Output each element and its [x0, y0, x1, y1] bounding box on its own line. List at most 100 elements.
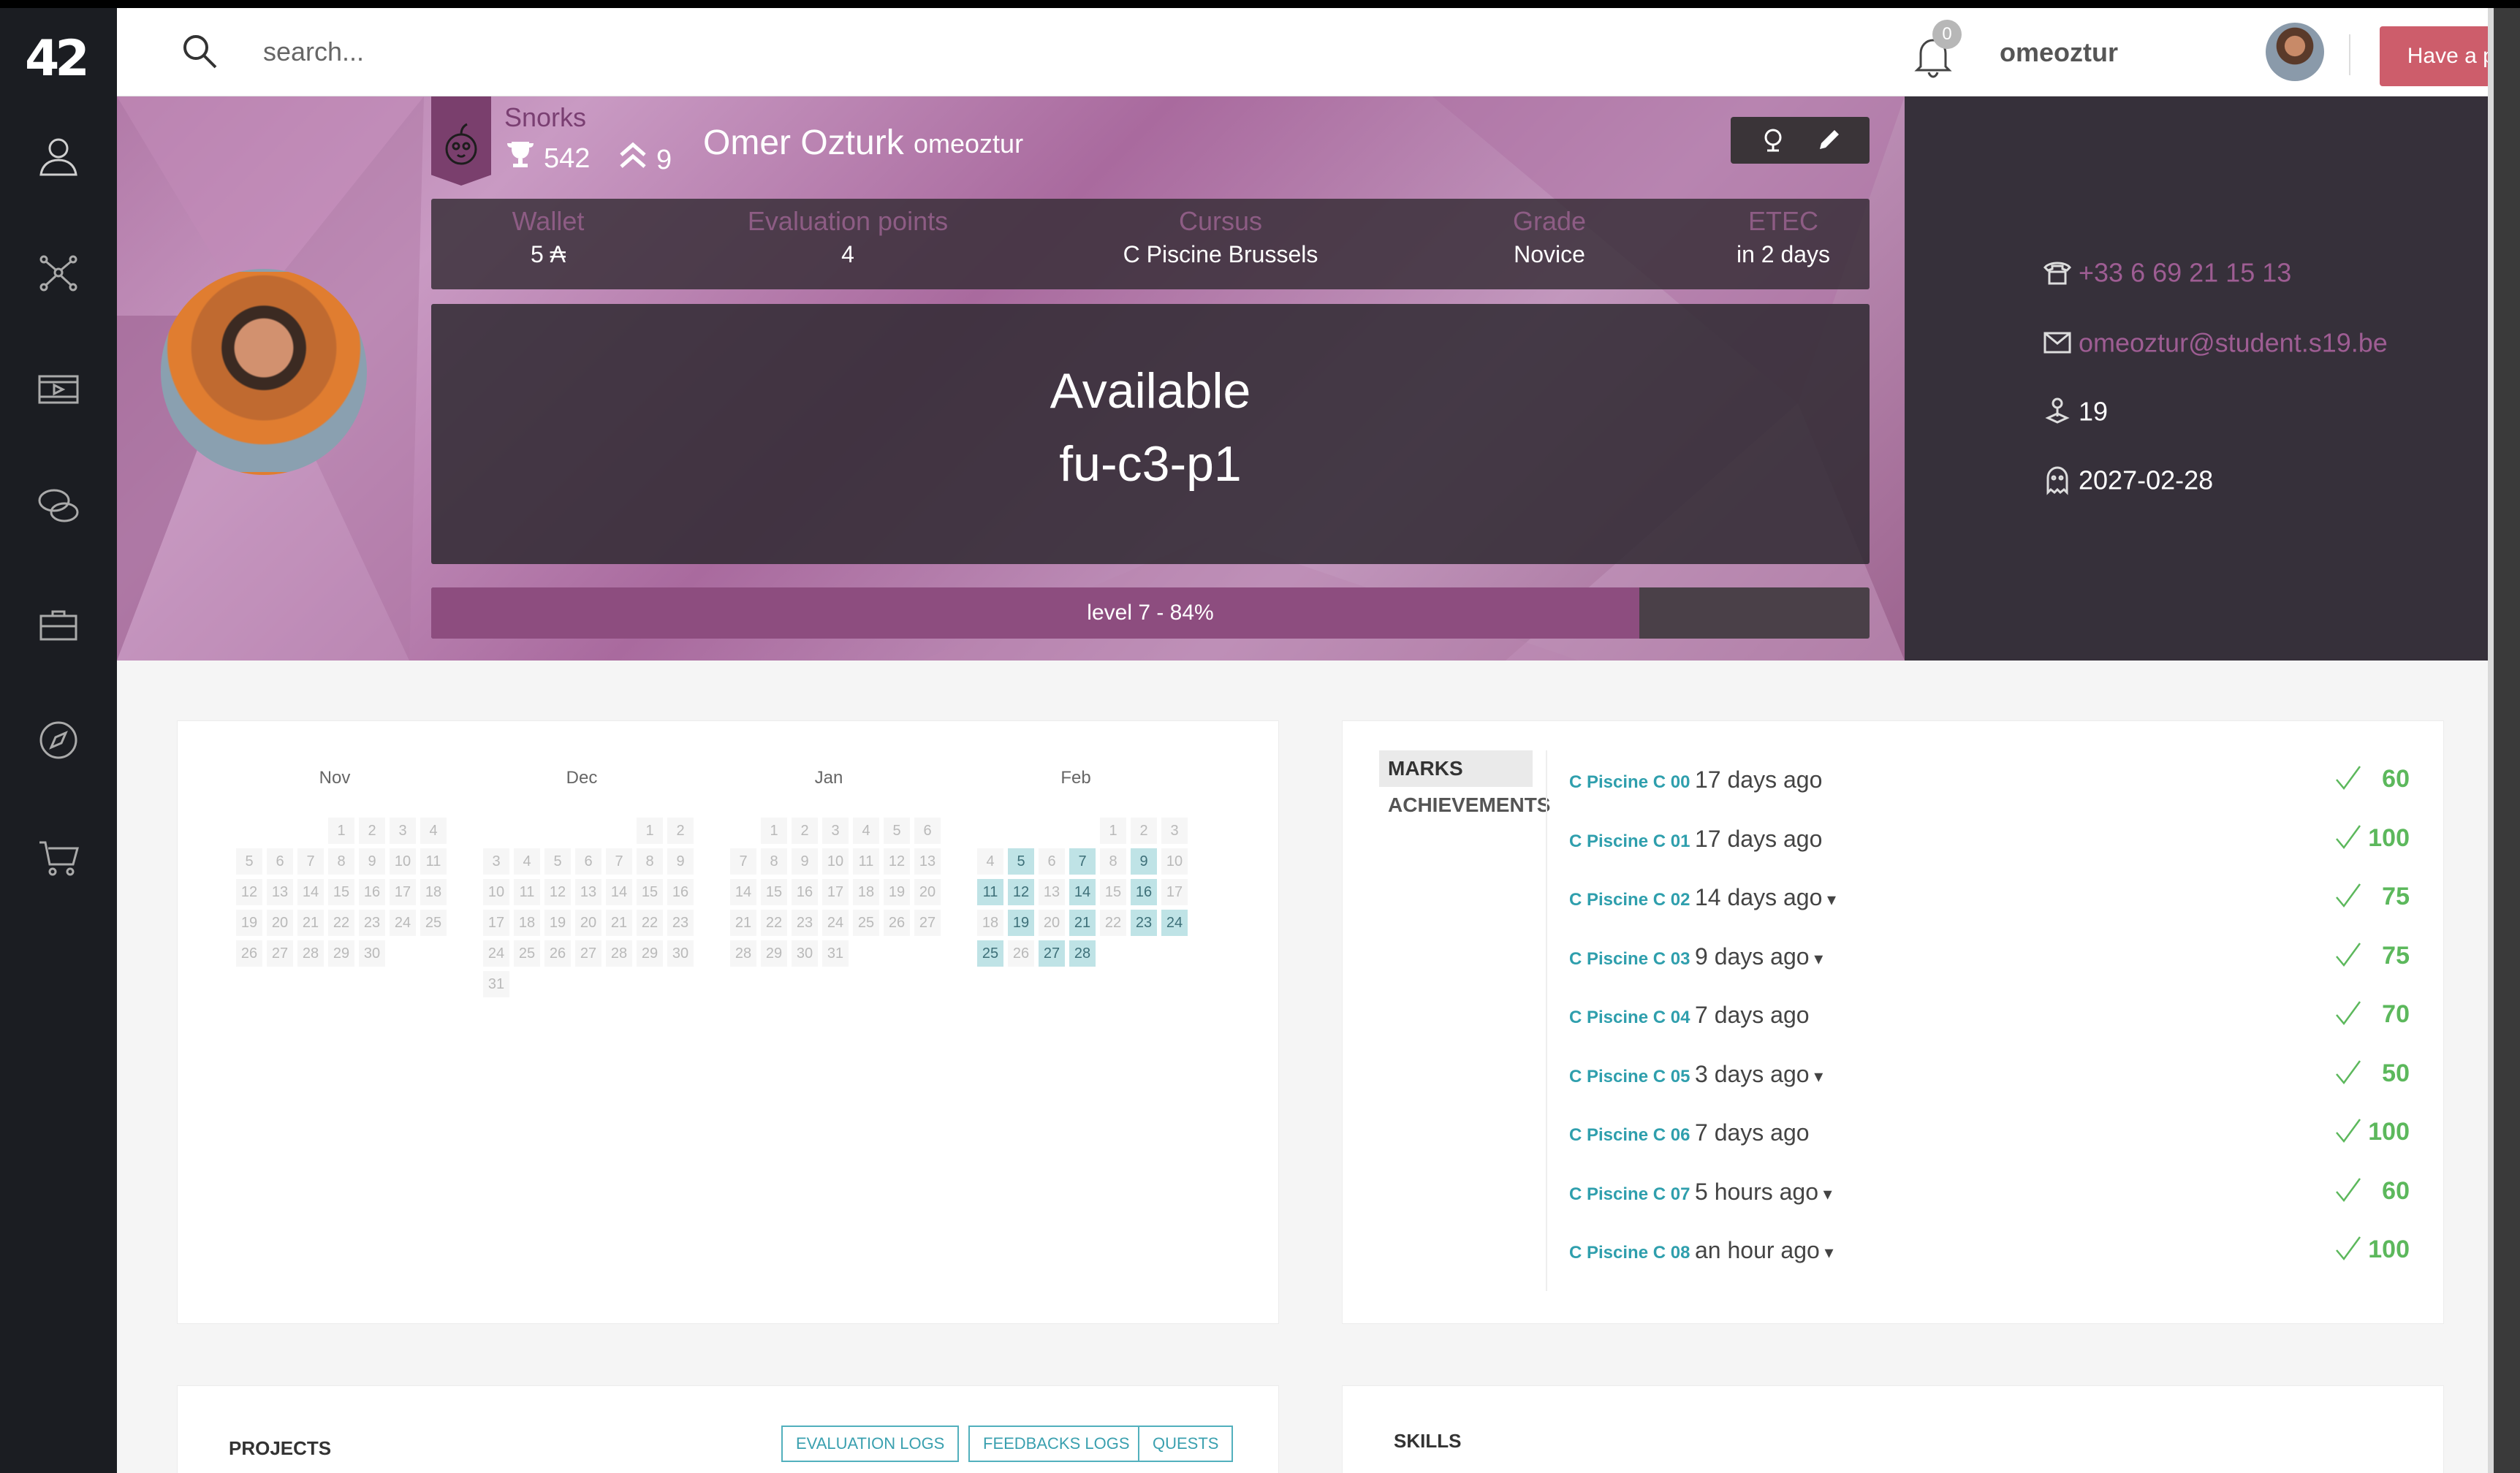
calendar-day[interactable]: 4 — [420, 818, 447, 844]
calendar-day[interactable]: 11 — [977, 879, 1003, 905]
calendar-day[interactable]: 8 — [328, 848, 354, 875]
mark-project-link[interactable]: C Piscine C 07 — [1569, 1184, 1690, 1205]
calendar-day[interactable]: 1 — [1100, 818, 1126, 844]
mark-row[interactable]: C Piscine C 00 17 days ago 60 — [1569, 758, 2417, 802]
mark-project-link[interactable]: C Piscine C 03 — [1569, 949, 1690, 970]
calendar-day[interactable]: 16 — [359, 879, 385, 905]
mark-row[interactable]: C Piscine C 02 14 days ago ▾ 75 — [1569, 875, 2417, 919]
calendar-day[interactable]: 23 — [667, 910, 694, 936]
cart-icon[interactable] — [35, 834, 82, 880]
search-input[interactable] — [263, 30, 702, 74]
calendar-day[interactable]: 6 — [1039, 848, 1065, 875]
calendar-day[interactable]: 10 — [822, 848, 849, 875]
calendar-day[interactable]: 14 — [297, 879, 324, 905]
calendar-day[interactable]: 13 — [914, 848, 941, 875]
calendar-day[interactable]: 7 — [730, 848, 756, 875]
username[interactable]: omeoztur — [2000, 37, 2118, 68]
mark-project-link[interactable]: C Piscine C 04 — [1569, 1008, 1690, 1028]
calendar-day[interactable]: 3 — [390, 818, 416, 844]
calendar-day[interactable]: 13 — [575, 879, 601, 905]
mark-row[interactable]: C Piscine C 04 7 days ago 70 — [1569, 993, 2417, 1037]
calendar-day[interactable]: 17 — [1161, 879, 1188, 905]
calendar-day[interactable]: 29 — [328, 940, 354, 967]
calendar-day[interactable]: 8 — [1100, 848, 1126, 875]
calendar-day[interactable]: 2 — [359, 818, 385, 844]
calendar-day[interactable]: 11 — [420, 848, 447, 875]
feedbacks-logs-button[interactable]: FEEDBACKS LOGS — [968, 1426, 1145, 1462]
calendar-day[interactable]: 17 — [390, 879, 416, 905]
edit-icon[interactable] — [1815, 127, 1842, 153]
calendar-day[interactable]: 2 — [667, 818, 694, 844]
evaluation-logs-button[interactable]: EVALUATION LOGS — [781, 1426, 960, 1462]
mark-row[interactable]: C Piscine C 07 5 hours ago ▾ 60 — [1569, 1170, 2417, 1214]
calendar-day[interactable]: 1 — [761, 818, 787, 844]
calendar-day[interactable]: 29 — [637, 940, 663, 967]
mark-project-link[interactable]: C Piscine C 06 — [1569, 1125, 1690, 1146]
calendar-day[interactable]: 31 — [822, 940, 849, 967]
calendar-day[interactable]: 29 — [761, 940, 787, 967]
calendar-day[interactable]: 7 — [1069, 848, 1096, 875]
calendar-day[interactable]: 22 — [761, 910, 787, 936]
calendar-day[interactable]: 14 — [606, 879, 632, 905]
calendar-day[interactable]: 13 — [267, 879, 293, 905]
calendar-day[interactable]: 25 — [853, 910, 879, 936]
calendar-day[interactable]: 3 — [822, 818, 849, 844]
calendar-day[interactable]: 18 — [420, 879, 447, 905]
calendar-day[interactable]: 27 — [575, 940, 601, 967]
calendar-day[interactable]: 19 — [884, 879, 910, 905]
calendar-day[interactable]: 20 — [267, 910, 293, 936]
location-icon[interactable] — [1760, 127, 1786, 153]
calendar-day[interactable]: 7 — [606, 848, 632, 875]
calendar-day[interactable]: 24 — [390, 910, 416, 936]
calendar-day[interactable]: 25 — [514, 940, 540, 967]
calendar-day[interactable]: 24 — [1161, 910, 1188, 936]
calendar-day[interactable]: 28 — [297, 940, 324, 967]
calendar-day[interactable]: 5 — [544, 848, 571, 875]
calendar-day[interactable]: 17 — [822, 879, 849, 905]
calendar-day[interactable]: 21 — [606, 910, 632, 936]
calendar-day[interactable]: 26 — [544, 940, 571, 967]
calendar-day[interactable]: 5 — [884, 818, 910, 844]
compass-icon[interactable] — [35, 717, 82, 764]
calendar-day[interactable]: 16 — [1131, 879, 1157, 905]
calendar-day[interactable]: 12 — [884, 848, 910, 875]
mark-time[interactable]: 5 hours ago ▾ — [1695, 1179, 1832, 1206]
mark-time[interactable]: 9 days ago ▾ — [1695, 943, 1823, 970]
tab-marks[interactable]: MARKS — [1379, 750, 1533, 787]
calendar-day[interactable]: 11 — [853, 848, 879, 875]
calendar-day[interactable]: 6 — [914, 818, 941, 844]
mark-project-link[interactable]: C Piscine C 01 — [1569, 831, 1690, 852]
calendar-day[interactable]: 20 — [575, 910, 601, 936]
mark-row[interactable]: C Piscine C 01 17 days ago 100 — [1569, 817, 2417, 861]
calendar-day[interactable]: 4 — [514, 848, 540, 875]
quests-button[interactable]: QUESTS — [1138, 1426, 1234, 1462]
calendar-day[interactable]: 22 — [328, 910, 354, 936]
calendar-day[interactable]: 14 — [1069, 879, 1096, 905]
mark-row[interactable]: C Piscine C 08 an hour ago ▾ 100 — [1569, 1228, 2417, 1272]
mark-time[interactable]: 3 days ago ▾ — [1695, 1061, 1823, 1088]
calendar-day[interactable]: 2 — [1131, 818, 1157, 844]
logo-42[interactable]: 42 — [25, 30, 90, 88]
mark-project-link[interactable]: C Piscine C 00 — [1569, 772, 1690, 793]
mark-time[interactable]: an hour ago ▾ — [1695, 1237, 1834, 1264]
calendar-day[interactable]: 12 — [544, 879, 571, 905]
calendar-day[interactable]: 30 — [359, 940, 385, 967]
calendar-day[interactable]: 16 — [667, 879, 694, 905]
caret-down-icon[interactable]: ▾ — [1810, 949, 1823, 969]
mark-project-link[interactable]: C Piscine C 05 — [1569, 1067, 1690, 1087]
avatar[interactable] — [2266, 23, 2324, 81]
calendar-day[interactable]: 24 — [483, 940, 509, 967]
coalition-flag[interactable] — [431, 96, 491, 186]
video-icon[interactable] — [35, 366, 82, 413]
calendar-day[interactable]: 30 — [667, 940, 694, 967]
calendar-day[interactable]: 27 — [267, 940, 293, 967]
calendar-day[interactable]: 5 — [1008, 848, 1034, 875]
caret-down-icon[interactable]: ▾ — [1810, 1067, 1823, 1086]
calendar-day[interactable]: 19 — [544, 910, 571, 936]
calendar-day[interactable]: 15 — [637, 879, 663, 905]
calendar-day[interactable]: 21 — [297, 910, 324, 936]
email-row[interactable]: omeoztur@student.s19.be — [2042, 326, 2388, 358]
mark-time[interactable]: 14 days ago ▾ — [1695, 884, 1836, 911]
calendar-day[interactable]: 4 — [853, 818, 879, 844]
calendar-day[interactable]: 15 — [1100, 879, 1126, 905]
